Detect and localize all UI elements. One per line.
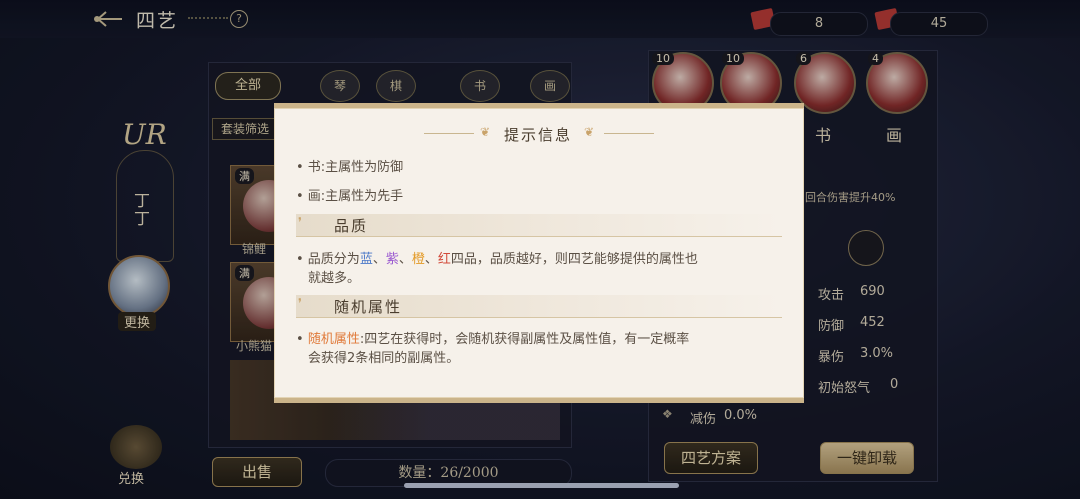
random-line-2: 会获得2条相同的副属性。 [308, 351, 460, 366]
dialog-title: 提示信息 [504, 126, 573, 144]
quality-sep: 、 [398, 252, 412, 267]
tip-dialog: ❦ 提示信息 ❦ • 书:主属性为防御 • 画:主属性为先手 ❜ 品质 • 品质… [274, 103, 804, 403]
home-indicator[interactable] [404, 483, 679, 488]
quality-blue: 蓝 [359, 252, 373, 267]
tip-line: • 书:主属性为防御 [296, 160, 404, 175]
quality-line-2: 就越多。 [308, 271, 361, 286]
lotus-icon: ❦ [480, 125, 491, 139]
quality-prefix: • 品质分为 [296, 252, 360, 267]
tip-line: • 画:主属性为先手 [296, 189, 404, 204]
title-ornament-right [604, 133, 654, 134]
random-highlight: 随机属性 [307, 332, 360, 347]
quality-sep: 、 [424, 252, 438, 267]
quality-purple: 紫 [385, 252, 399, 267]
lotus-icon: ❦ [584, 125, 595, 139]
quality-red: 红 [437, 252, 451, 267]
ornament-icon: ❜ [298, 296, 302, 310]
ornament-icon: ❜ [298, 215, 302, 229]
quality-line: • 品质分为蓝、紫、橙、红四品，品质越好，则四艺能够提供的属性也 [296, 248, 698, 267]
quality-orange: 橙 [411, 252, 425, 267]
section-header-bar [296, 214, 782, 237]
random-line: • 随机属性:四艺在获得时，会随机获得副属性及属性值，有一定概率 [296, 332, 690, 347]
random-text: :四艺在获得时，会随机获得副属性及属性值，有一定概率 [359, 332, 690, 347]
title-ornament-left [424, 133, 474, 134]
quality-suffix: 四品，品质越好，则四艺能够提供的属性也 [450, 252, 698, 267]
quality-sep: 、 [372, 252, 386, 267]
section-title-random: 随机属性 [334, 298, 403, 316]
section-title-quality: 品质 [334, 217, 369, 235]
